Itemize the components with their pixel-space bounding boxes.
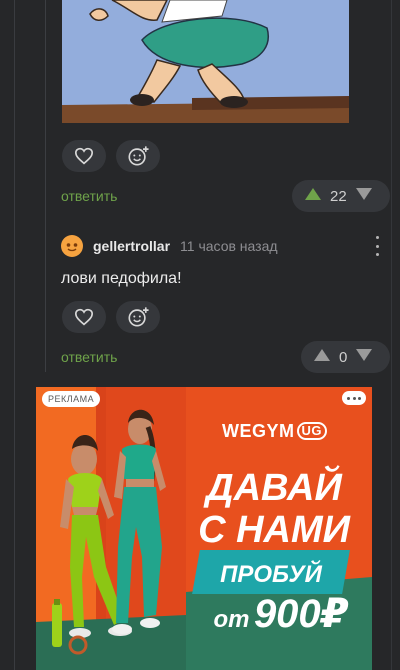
emoji-add-icon <box>128 146 149 166</box>
username[interactable]: gellertrollar <box>93 238 170 254</box>
upvote-icon <box>305 187 321 200</box>
ad-cta-text: ПРОБУЙ <box>220 561 322 588</box>
upvote-button[interactable] <box>304 187 322 206</box>
upvote-icon <box>314 348 330 361</box>
comment-menu-button[interactable] <box>372 236 382 256</box>
downvote-icon <box>355 187 372 200</box>
ad-headline-line1: ДАВАЙ <box>206 467 342 509</box>
ad-headline: ДАВАЙ С НАМИ <box>184 467 364 551</box>
add-reaction-button[interactable] <box>116 301 160 333</box>
thread-guide <box>45 0 46 372</box>
heart-icon <box>74 147 94 165</box>
avatar[interactable] <box>61 235 83 257</box>
comment-rating: 0 <box>301 341 390 373</box>
ad-banner[interactable]: РЕКЛАМА WEGYM UG ДАВАЙ С НАМИ ПРОБУЙ от 9… <box>36 387 372 670</box>
ad-label: РЕКЛАМА <box>42 391 101 407</box>
reply-link[interactable]: ответить <box>61 349 117 365</box>
rating-count: 22 <box>330 187 347 205</box>
ad-price: от 900₽ <box>196 591 366 637</box>
ad-headline-line2: С НАМИ <box>198 509 350 551</box>
reply-link[interactable]: ответить <box>61 188 117 204</box>
comments-feed: ответить 22 gellertrollar 11 часов назад… <box>0 0 400 670</box>
downvote-icon <box>356 348 373 361</box>
like-button[interactable] <box>62 301 106 333</box>
avatar-face-icon <box>62 236 82 256</box>
more-horizontal-icon <box>345 396 363 400</box>
emoji-add-icon <box>128 307 149 327</box>
ad-price-prefix: от <box>213 606 250 633</box>
rating-count: 0 <box>339 348 348 366</box>
upvote-button[interactable] <box>313 348 331 367</box>
comment-time: 11 часов назад <box>180 238 278 254</box>
ad-brand-mark: UG <box>296 422 327 440</box>
ad-brand: WEGYM UG <box>222 421 327 442</box>
comment-rating: 22 <box>292 180 390 212</box>
add-reaction-button[interactable] <box>116 140 160 172</box>
comment-header: gellertrollar 11 часов назад <box>61 234 278 258</box>
downvote-button[interactable] <box>355 348 373 367</box>
more-vertical-icon <box>375 236 379 256</box>
like-button[interactable] <box>62 140 106 172</box>
ad-brand-name: WEGYM <box>222 421 295 441</box>
ad-options-button[interactable] <box>342 391 366 405</box>
thread-guide-left <box>14 0 15 670</box>
heart-icon <box>74 308 94 326</box>
ad-price-value: 900₽ <box>253 592 349 636</box>
thread-guide-right <box>391 0 392 670</box>
comment-text: лови педофила! <box>61 270 182 287</box>
downvote-button[interactable] <box>355 187 373 206</box>
comment-image[interactable] <box>62 0 349 123</box>
